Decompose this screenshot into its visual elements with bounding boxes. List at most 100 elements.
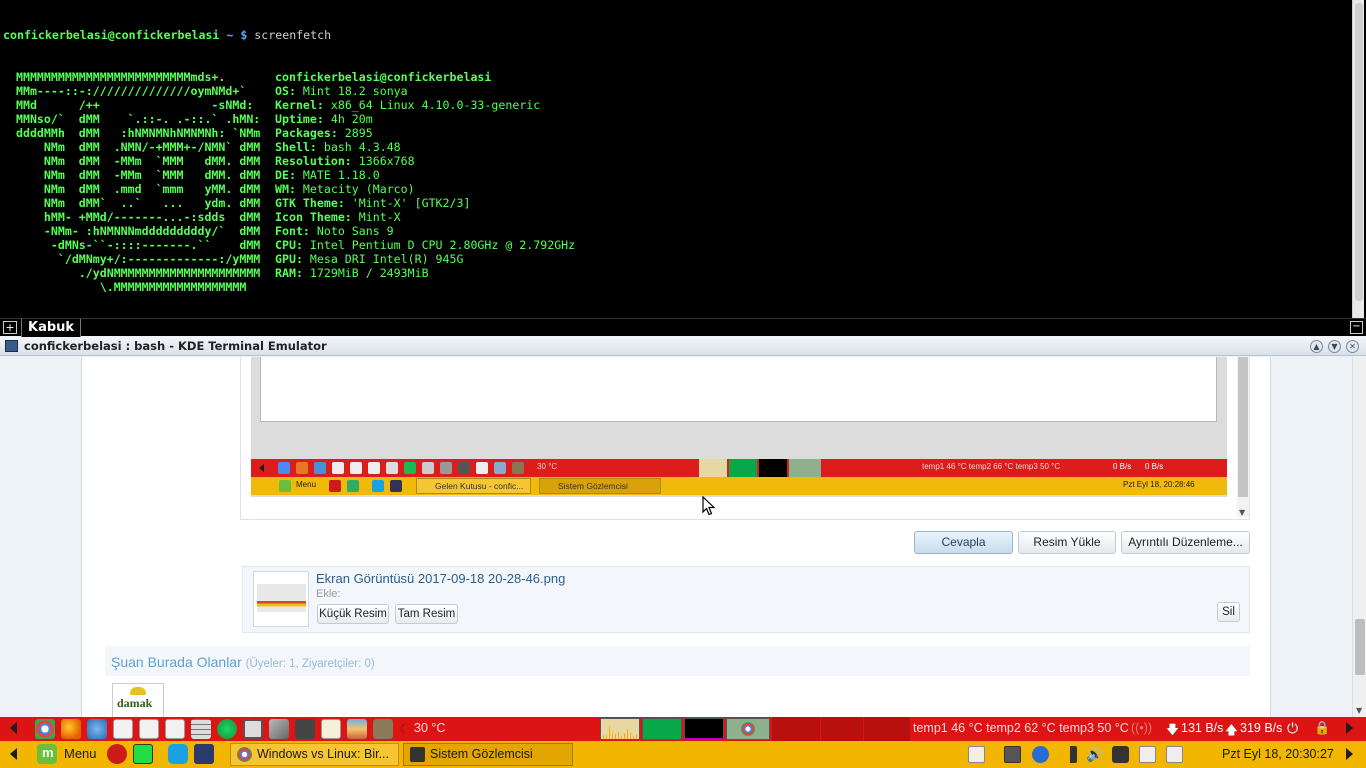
power-icon[interactable]: ⏻	[1287, 720, 1298, 737]
terminal-icon	[347, 480, 359, 492]
memory-graph[interactable]	[642, 718, 682, 740]
chrome-icon	[278, 462, 290, 474]
user-avatar[interactable]: damak	[112, 683, 164, 717]
browser-icon	[314, 462, 326, 474]
scroll-down-icon[interactable]: ▼	[1356, 706, 1362, 715]
archive-launcher-icon[interactable]	[113, 719, 133, 739]
drive-icon[interactable]	[1139, 746, 1156, 763]
terminal-window[interactable]: confickerbelasi@confickerbelasi ~ $ scre…	[0, 0, 1366, 318]
chrome-window-icon[interactable]	[726, 718, 770, 740]
embed-scrollbar[interactable]: ▼	[1237, 357, 1249, 517]
drive-icon[interactable]	[1166, 746, 1183, 763]
info-label: Shell:	[275, 140, 317, 154]
ascii-art-line: -dMNs-``-::::-------.`` dMM	[9, 238, 261, 252]
page-scrollbar[interactable]: ▼	[1352, 357, 1366, 717]
opera-launcher-icon[interactable]	[107, 744, 127, 764]
info-label: Uptime:	[275, 112, 324, 126]
info-label: Kernel:	[275, 98, 324, 112]
scrollbar-thumb[interactable]	[1238, 357, 1248, 497]
tab-kabuk[interactable]: Kabuk	[21, 319, 82, 337]
konsole-icon	[5, 340, 18, 352]
workspace-3[interactable]	[864, 717, 910, 741]
reply-button[interactable]: Cevapla	[914, 531, 1013, 554]
volume-icon[interactable]: 🔊	[1086, 746, 1103, 763]
upload-image-button[interactable]: Resim Yükle	[1018, 531, 1116, 554]
embedded-task-monitor: Sistem Gözlemcisi	[539, 478, 661, 494]
virtualbox-launcher-icon[interactable]	[269, 719, 289, 739]
workspace-2[interactable]	[821, 717, 863, 741]
chrome-launcher-icon[interactable]	[35, 719, 55, 739]
sensors-label: temp1 46 °C temp2 66 °C temp3 50 °C	[922, 462, 1061, 471]
browser-launcher-icon[interactable]	[87, 719, 107, 739]
taskbar-item-browser[interactable]: Windows vs Linux: Bir...	[230, 743, 399, 766]
ascii-art-line: ddddMMh dMM :hNMNMNhNMNMNh: `NMm	[9, 126, 261, 140]
ascii-art-line: \.MMMMMMMMMMMMMMMMMMM	[9, 280, 247, 294]
fullsize-insert-button[interactable]: Tam Resim	[395, 604, 458, 624]
app-launcher-icon[interactable]	[194, 744, 214, 764]
workspace-1[interactable]	[772, 717, 820, 741]
clock[interactable]: Pzt Eyl 18, 20:30:27	[1222, 747, 1334, 761]
menu-label[interactable]: Menu	[64, 746, 97, 761]
download-launcher-icon[interactable]	[139, 719, 159, 739]
embedded-clock: Pzt Eyl 18, 20:28:46	[1123, 480, 1195, 489]
panel-scroll-right-icon[interactable]	[1346, 722, 1353, 734]
close-tab-icon[interactable]: −	[1350, 321, 1363, 334]
terminal-scrollbar[interactable]	[1352, 0, 1364, 318]
tool-launcher-icon[interactable]	[373, 719, 393, 739]
keep-above-icon[interactable]: ▲	[1310, 340, 1323, 353]
taskbar-item-system-monitor[interactable]: Sistem Gözlemcisi	[403, 743, 573, 766]
download-launcher-icon[interactable]	[165, 719, 185, 739]
net-up-speed[interactable]: 319 B/s	[1240, 721, 1282, 735]
weather-temp[interactable]: 30 °C	[414, 721, 445, 735]
firefox-launcher-icon[interactable]	[61, 719, 81, 739]
cpu-graph[interactable]	[600, 718, 640, 740]
panel-scroll-right-icon[interactable]	[1346, 748, 1353, 760]
info-value: Noto Sans 9	[309, 224, 394, 238]
ascii-art-line: MMMMMMMMMMMMMMMMMMMMMMMMMmds+.	[9, 70, 226, 84]
network-graph[interactable]	[684, 718, 724, 740]
attachment-filename[interactable]: Ekran Görüntüsü 2017-09-18 20-28-46.png	[316, 571, 565, 586]
mint-menu-icon[interactable]: m	[37, 744, 57, 764]
new-tab-icon[interactable]: +	[3, 321, 17, 334]
minimize-icon[interactable]: ▼	[1328, 340, 1341, 353]
ascii-art-line: -NMm- :hNMNNNmdddddddddy/` dMM	[9, 224, 261, 238]
sensors-readout[interactable]: temp1 46 °C temp2 62 °C temp3 50 °C	[913, 721, 1129, 735]
notes-icon	[476, 462, 488, 474]
scrollbar-thumb[interactable]	[1355, 3, 1363, 301]
scroll-down-icon[interactable]: ▼	[1239, 508, 1245, 517]
thumbnail-insert-button[interactable]: Küçük Resim	[317, 604, 389, 624]
info-row: GPU: Mesa DRI Intel(R) 945G	[275, 252, 575, 266]
info-row: DE: MATE 1.18.0	[275, 168, 575, 182]
delete-attachment-button[interactable]: Sil	[1217, 602, 1240, 622]
image-viewer-launcher-icon[interactable]	[347, 719, 367, 739]
task-label: Windows vs Linux: Bir...	[257, 747, 389, 761]
notes-launcher-icon[interactable]	[321, 719, 341, 739]
net-down-speed[interactable]: 131 B/s	[1181, 721, 1223, 735]
shield-icon[interactable]	[1032, 746, 1049, 763]
panel-scroll-left-icon[interactable]	[10, 722, 17, 734]
signal-icon[interactable]	[1060, 746, 1077, 763]
close-icon[interactable]: ✕	[1346, 340, 1359, 353]
skype-launcher-icon[interactable]	[168, 744, 188, 764]
panel-scroll-left-icon[interactable]	[10, 748, 17, 760]
window-launcher-icon[interactable]	[243, 719, 263, 739]
advanced-edit-button[interactable]: Ayrıntılı Düzenleme...	[1121, 531, 1250, 554]
update-manager-icon[interactable]	[1004, 746, 1021, 763]
embedded-textbox	[260, 357, 1217, 422]
info-row: OS: Mint 18.2 sonya	[275, 84, 575, 98]
prompt-user: confickerbelasi@confickerbelasi	[3, 28, 220, 42]
media-player-launcher-icon[interactable]	[295, 719, 315, 739]
info-row: Font: Noto Sans 9	[275, 224, 575, 238]
scrollbar-thumb[interactable]	[1355, 619, 1365, 675]
terminal-launcher-icon[interactable]	[133, 744, 153, 764]
spotify-launcher-icon[interactable]	[217, 719, 237, 739]
attachment-thumbnail[interactable]	[253, 571, 309, 627]
online-title-text: Şuan Burada Olanlar	[111, 654, 242, 670]
battery-icon[interactable]	[1112, 746, 1129, 763]
window-titlebar[interactable]: confickerbelasi : bash - KDE Terminal Em…	[0, 337, 1366, 356]
clipboard-icon[interactable]	[968, 746, 985, 763]
info-value: Metacity (Marco)	[295, 182, 415, 196]
network-icon[interactable]: ((•))	[1131, 721, 1152, 735]
calculator-launcher-icon[interactable]	[191, 719, 211, 739]
lock-icon[interactable]: 🔒	[1314, 720, 1330, 736]
